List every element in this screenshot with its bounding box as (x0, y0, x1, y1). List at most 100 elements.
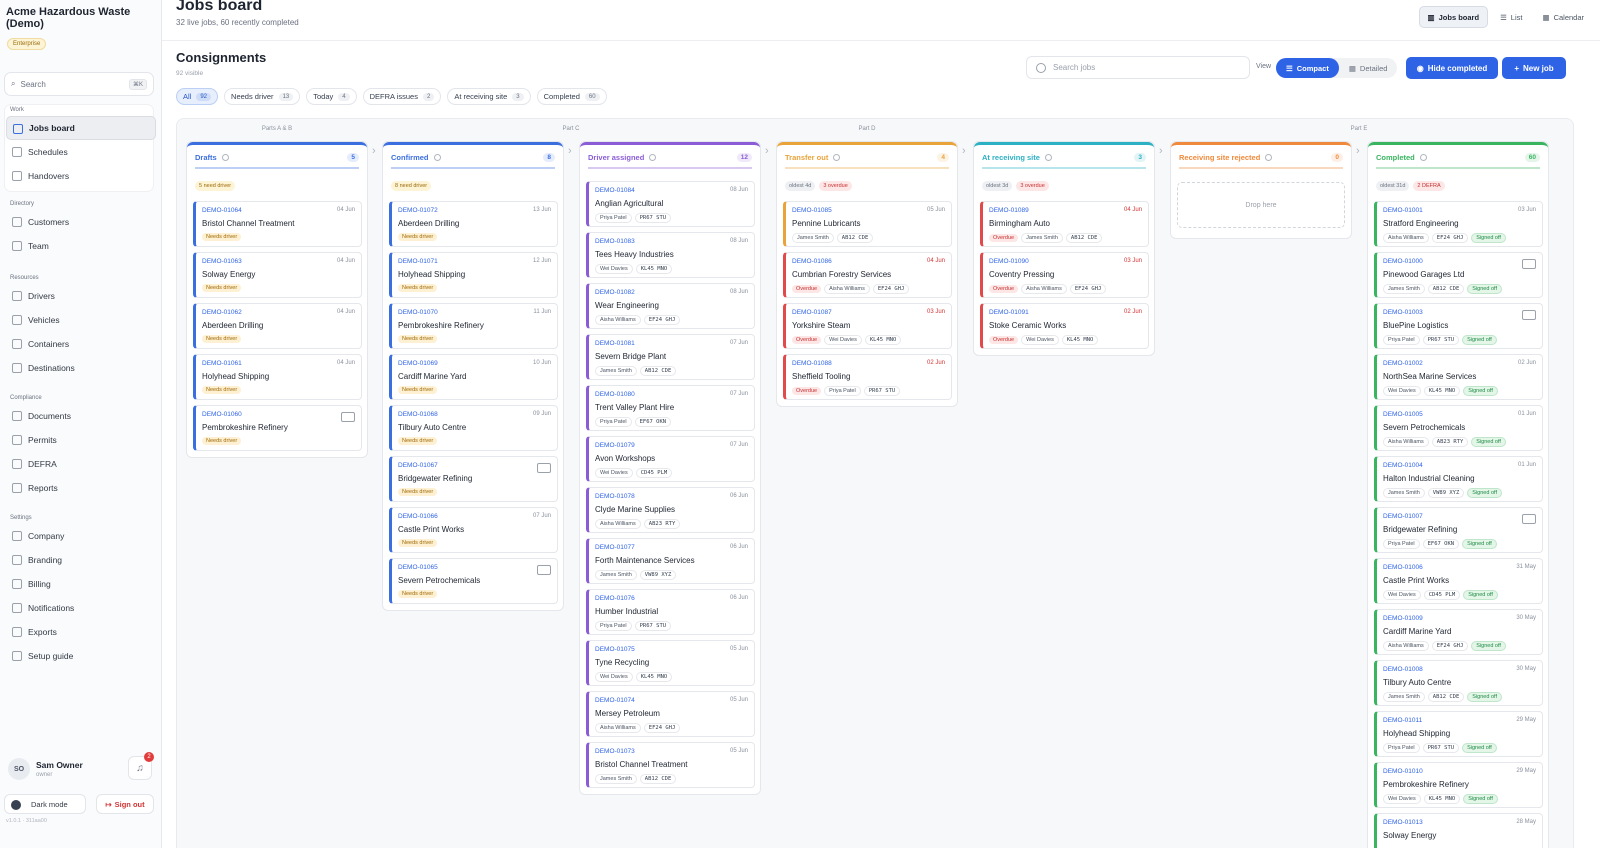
job-card[interactable]: DEMO-01073 05 Jun Bristol Channel Treatmen… (586, 742, 755, 788)
job-card[interactable]: DEMO-01013 28 May Solway Energy (1374, 813, 1543, 848)
job-id-link[interactable]: DEMO-01005 (1383, 411, 1423, 418)
sidebar-item-containers[interactable]: Containers (0, 332, 162, 356)
sidebar-search[interactable]: ⌕ Search ⌘K (4, 72, 154, 96)
job-card[interactable]: DEMO-01068 09 Jun Tilbury Auto Centre Needs… (389, 405, 558, 451)
job-id-link[interactable]: DEMO-01062 (202, 309, 242, 316)
job-card[interactable]: DEMO-01064 04 Jun Bristol Channel Treatmen… (193, 201, 362, 247)
detailed-button[interactable]: ▦ Detailed (1339, 58, 1398, 78)
job-id-link[interactable]: DEMO-01075 (595, 646, 635, 653)
job-id-link[interactable]: DEMO-01069 (398, 360, 438, 367)
comment-icon[interactable] (1522, 514, 1536, 524)
new-job-button[interactable]: + New job (1502, 57, 1566, 79)
job-id-link[interactable]: DEMO-01003 (1383, 309, 1423, 316)
job-id-link[interactable]: DEMO-01088 (792, 360, 832, 367)
hide-completed-button[interactable]: ◉ Hide completed (1406, 57, 1498, 79)
job-id-link[interactable]: DEMO-01079 (595, 442, 635, 449)
job-id-link[interactable]: DEMO-01011 (1383, 717, 1422, 724)
sidebar-item-drivers[interactable]: Drivers (0, 284, 162, 308)
job-id-link[interactable]: DEMO-01007 (1383, 513, 1423, 520)
job-card[interactable]: DEMO-01072 13 Jun Aberdeen Drilling Needs d… (389, 201, 558, 247)
comment-icon[interactable] (341, 412, 355, 422)
job-card[interactable]: DEMO-01067 Bridgewater Refining Needs driv… (389, 456, 558, 502)
job-card[interactable]: DEMO-01087 03 Jun Yorkshire Steam Overdue We… (783, 303, 952, 349)
drop-zone[interactable]: Drop here (1177, 182, 1345, 228)
job-card[interactable]: DEMO-01071 12 Jun Holyhead Shipping Needs d… (389, 252, 558, 298)
job-card[interactable]: DEMO-01009 30 May Cardiff Marine Yard Aisha… (1374, 609, 1543, 655)
sidebar-item-notifications[interactable]: Notifications (0, 596, 162, 620)
view-calendar[interactable]: ▦ Calendar (1534, 6, 1592, 28)
job-card[interactable]: DEMO-01080 07 Jun Trent Valley Plant Hire P… (586, 385, 755, 431)
job-id-link[interactable]: DEMO-01064 (202, 207, 242, 214)
filter-completed[interactable]: Completed 60 (536, 88, 607, 105)
job-id-link[interactable]: DEMO-01077 (595, 544, 635, 551)
view-jobs-board[interactable]: ▥ Jobs board (1418, 6, 1489, 28)
job-id-link[interactable]: DEMO-01081 (595, 340, 635, 347)
job-id-link[interactable]: DEMO-01061 (202, 360, 242, 367)
job-id-link[interactable]: DEMO-01076 (595, 595, 635, 602)
comment-icon[interactable] (1522, 259, 1536, 269)
job-id-link[interactable]: DEMO-01002 (1383, 360, 1423, 367)
job-id-link[interactable]: DEMO-01070 (398, 309, 438, 316)
job-card[interactable]: DEMO-01061 04 Jun Holyhead Shipping Needs d… (193, 354, 362, 400)
comment-icon[interactable] (537, 463, 551, 473)
comment-icon[interactable] (1522, 310, 1536, 320)
sidebar-item-handovers[interactable]: Handovers (0, 164, 162, 188)
sidebar-item-schedules[interactable]: Schedules (0, 140, 162, 164)
sidebar-item-vehicles[interactable]: Vehicles (0, 308, 162, 332)
job-card[interactable]: DEMO-01074 05 Jun Mersey Petroleum Aisha Wi… (586, 691, 755, 737)
job-card[interactable]: DEMO-01010 29 May Pembrokeshire Refinery We… (1374, 762, 1543, 808)
job-id-link[interactable]: DEMO-01004 (1383, 462, 1423, 469)
job-card[interactable]: DEMO-01008 30 May Tilbury Auto Centre James… (1374, 660, 1543, 706)
sidebar-item-branding[interactable]: Branding (0, 548, 162, 572)
job-card[interactable]: DEMO-01060 Pembrokeshire Refinery Needs dr… (193, 405, 362, 451)
job-id-link[interactable]: DEMO-01074 (595, 697, 635, 704)
job-card[interactable]: DEMO-01000 Pinewood Garages Ltd James Smit… (1374, 252, 1543, 298)
job-card[interactable]: DEMO-01086 04 Jun Cumbrian Forestry Servic… (783, 252, 952, 298)
job-id-link[interactable]: DEMO-01013 (1383, 819, 1423, 826)
job-card[interactable]: DEMO-01062 04 Jun Aberdeen Drilling Needs d… (193, 303, 362, 349)
avatar[interactable]: SO (8, 758, 30, 780)
job-id-link[interactable]: DEMO-01086 (792, 258, 832, 265)
job-card[interactable]: DEMO-01078 06 Jun Clyde Marine Supplies Ais… (586, 487, 755, 533)
job-card[interactable]: DEMO-01002 02 Jun NorthSea Marine Services… (1374, 354, 1543, 400)
job-id-link[interactable]: DEMO-01066 (398, 513, 438, 520)
job-card[interactable]: DEMO-01004 01 Jun Halton Industrial Cleani… (1374, 456, 1543, 502)
comment-icon[interactable] (537, 565, 551, 575)
filter-all[interactable]: All 92 (176, 88, 219, 105)
job-id-link[interactable]: DEMO-01010 (1383, 768, 1423, 775)
job-id-link[interactable]: DEMO-01072 (398, 207, 438, 214)
job-id-link[interactable]: DEMO-01089 (989, 207, 1029, 214)
sidebar-item-defra[interactable]: DEFRA (0, 452, 162, 476)
job-search-input[interactable]: Search jobs (1026, 56, 1250, 79)
job-card[interactable]: DEMO-01075 05 Jun Tyne Recycling Wei Davies… (586, 640, 755, 686)
sidebar-item-documents[interactable]: Documents (0, 404, 162, 428)
job-id-link[interactable]: DEMO-01063 (202, 258, 242, 265)
job-card[interactable]: DEMO-01085 05 Jun Pennine Lubricants James … (783, 201, 952, 247)
job-id-link[interactable]: DEMO-01001 (1383, 207, 1423, 214)
job-id-link[interactable]: DEMO-01080 (595, 391, 635, 398)
sidebar-item-billing[interactable]: Billing (0, 572, 162, 596)
sidebar-item-company[interactable]: Company (0, 524, 162, 548)
job-id-link[interactable]: DEMO-01091 (989, 309, 1029, 316)
dark-mode-toggle[interactable]: Dark mode (4, 794, 86, 814)
sidebar-item-permits[interactable]: Permits (0, 428, 162, 452)
job-id-link[interactable]: DEMO-01083 (595, 238, 635, 245)
job-card[interactable]: DEMO-01063 04 Jun Solway Energy Needs drive… (193, 252, 362, 298)
job-id-link[interactable]: DEMO-01006 (1383, 564, 1423, 571)
job-card[interactable]: DEMO-01076 06 Jun Humber Industrial Priya P… (586, 589, 755, 635)
filter-defra-issues[interactable]: DEFRA issues 2 (362, 88, 442, 105)
job-card[interactable]: DEMO-01065 Severn Petrochemicals Needs dri… (389, 558, 558, 604)
job-card[interactable]: DEMO-01066 07 Jun Castle Print Works Needs … (389, 507, 558, 553)
sidebar-item-exports[interactable]: Exports (0, 620, 162, 644)
job-id-link[interactable]: DEMO-01087 (792, 309, 832, 316)
job-id-link[interactable]: DEMO-01000 (1383, 258, 1423, 265)
filter-needs-driver[interactable]: Needs driver 13 (224, 88, 301, 105)
job-id-link[interactable]: DEMO-01082 (595, 289, 635, 296)
job-id-link[interactable]: DEMO-01078 (595, 493, 635, 500)
job-card[interactable]: DEMO-01079 07 Jun Avon Workshops Wei Davies… (586, 436, 755, 482)
job-card[interactable]: DEMO-01005 01 Jun Severn Petrochemicals Ais… (1374, 405, 1543, 451)
job-card[interactable]: DEMO-01083 08 Jun Tees Heavy Industries Wei… (586, 232, 755, 278)
job-card[interactable]: DEMO-01081 07 Jun Severn Bridge Plant James… (586, 334, 755, 380)
job-card[interactable]: DEMO-01089 04 Jun Birmingham Auto Overdue Ja… (980, 201, 1149, 247)
job-id-link[interactable]: DEMO-01008 (1383, 666, 1423, 673)
